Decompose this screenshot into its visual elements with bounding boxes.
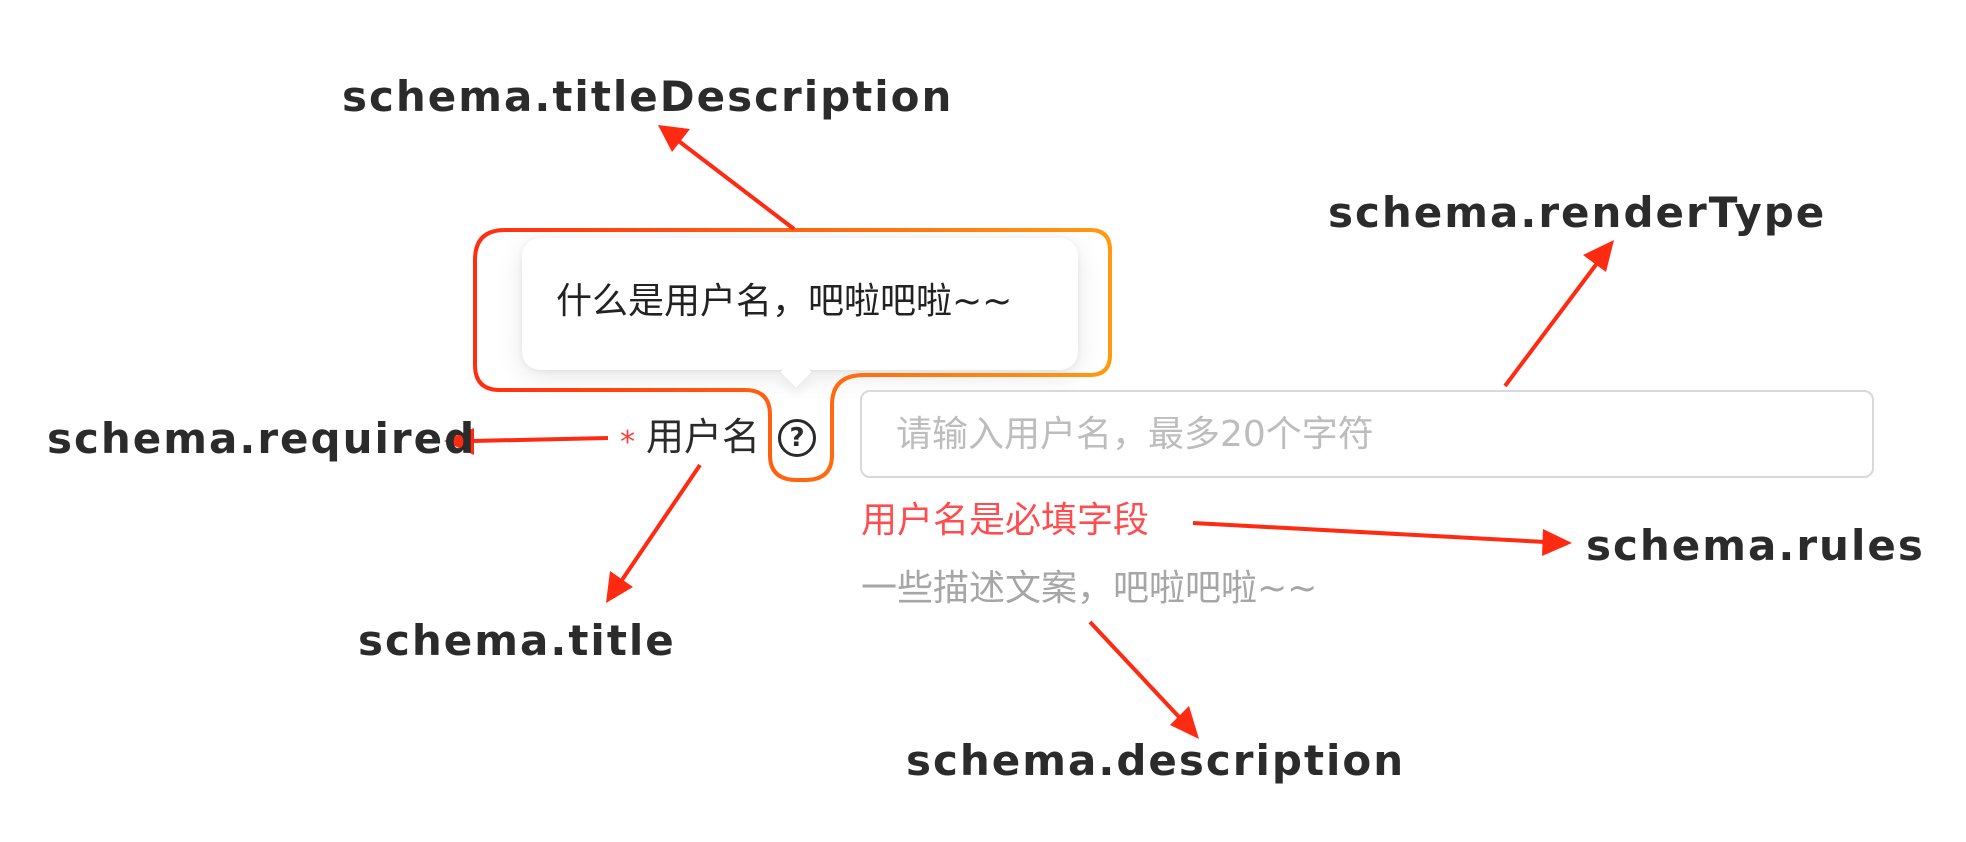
username-input[interactable] xyxy=(860,390,1874,478)
arrow-head-render-type xyxy=(1583,240,1614,272)
arrow-required xyxy=(471,436,609,443)
field-label: 用户名 xyxy=(646,415,761,459)
annotation-description: schema.description xyxy=(906,736,1406,785)
required-mark: * xyxy=(620,425,635,460)
field-description: 一些描述文案，吧啦吧啦~~ xyxy=(861,568,1318,609)
arrow-head-title-description xyxy=(658,125,690,152)
annotation-title: schema.title xyxy=(358,616,676,665)
arrow-head-rules xyxy=(1542,529,1572,556)
arrow-head-description xyxy=(1170,706,1199,739)
annotation-title-description: schema.titleDescription xyxy=(342,72,954,121)
annotation-required: schema.required xyxy=(47,414,477,463)
tooltip-text: 什么是用户名，吧啦吧啦~~ xyxy=(556,281,1013,322)
annotation-render-type: schema.renderType xyxy=(1328,188,1827,237)
arrow-description xyxy=(1088,620,1182,720)
arrow-title xyxy=(620,463,702,582)
annotation-rules: schema.rules xyxy=(1586,521,1925,570)
arrow-rules xyxy=(1192,521,1546,544)
arrow-title-description xyxy=(674,137,796,231)
arrow-head-title xyxy=(606,571,633,603)
question-circle-icon[interactable]: ? xyxy=(778,419,816,457)
arrow-render-type xyxy=(1503,260,1600,388)
error-message: 用户名是必填字段 xyxy=(861,500,1150,541)
